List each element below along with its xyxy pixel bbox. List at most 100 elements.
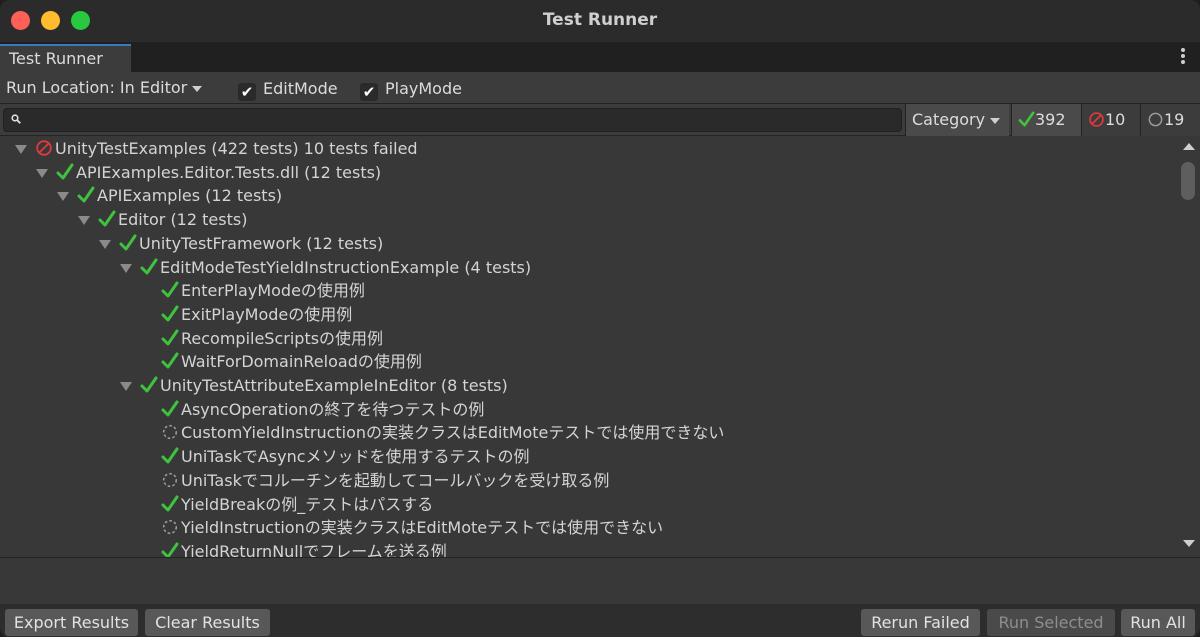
run-location-dropdown[interactable]: Run Location: In Editor — [6, 77, 203, 99]
pending-icon — [162, 520, 178, 535]
run-location-label: Run Location: In Editor — [6, 78, 188, 97]
tab-test-runner[interactable]: Test Runner — [0, 44, 131, 72]
pending-icon — [162, 425, 178, 440]
foldout-arrow-icon[interactable] — [120, 263, 132, 273]
editmode-toggle[interactable]: ✔ EditMode — [238, 78, 338, 101]
category-dropdown[interactable]: Category — [905, 104, 1009, 136]
check-icon — [161, 495, 179, 511]
check-icon — [161, 281, 179, 298]
rerun-failed-button[interactable]: Rerun Failed — [861, 609, 980, 636]
tree-row-label: EditModeTestYieldInstructionExample (4 t… — [160, 257, 532, 277]
check-icon — [161, 447, 179, 464]
tree-row-label: APIExamples.Editor.Tests.dll (12 tests) — [76, 162, 382, 182]
tree-row-label: UnityTestAttributeExampleInEditor (8 tes… — [160, 376, 508, 395]
foldout-arrow-icon[interactable] — [99, 239, 111, 249]
check-icon — [161, 329, 179, 346]
failed-icon — [1089, 112, 1104, 127]
scroll-up-icon[interactable] — [1183, 143, 1195, 150]
skipped-count: 19 — [1164, 110, 1185, 129]
check-icon — [119, 234, 137, 251]
not-run-icon — [1148, 112, 1163, 127]
tree-row-label: UnityTestExamples (422 tests) 10 tests f… — [55, 139, 418, 158]
run-all-button[interactable]: Run All — [1121, 609, 1195, 636]
test-runner-window: Test Runner Test Runner Run Location: In… — [0, 0, 1200, 637]
tree-row-label: UniTaskでコルーチンを起動してコールバックを受け取る例 — [181, 470, 610, 490]
chevron-down-icon — [192, 85, 203, 92]
check-icon — [98, 210, 116, 227]
search-icon — [11, 114, 21, 124]
window-title: Test Runner — [542, 10, 658, 30]
tree-row[interactable]: APIExamples (12 tests) — [57, 184, 282, 208]
tree-row[interactable]: AsyncOperationの終了を待つテストの例 — [161, 398, 484, 422]
foldout-arrow-icon[interactable] — [78, 216, 90, 226]
tree-scrollbar[interactable] — [1178, 137, 1200, 557]
tree-row-label: ExitPlayModeの使用例 — [181, 304, 353, 324]
failed-icon — [36, 140, 52, 156]
passed-filter-toggle[interactable]: 392 — [1011, 104, 1081, 136]
editmode-checkbox[interactable]: ✔ — [238, 83, 256, 101]
tree-row[interactable]: UniTaskでコルーチンを起動してコールバックを受け取る例 — [161, 469, 609, 493]
search-input[interactable] — [3, 108, 902, 132]
tree-row[interactable]: UnityTestFramework (12 tests) — [99, 232, 383, 256]
check-icon — [161, 352, 179, 369]
check-icon — [161, 305, 179, 322]
check-icon — [56, 163, 74, 180]
failed-count: 10 — [1105, 110, 1126, 129]
playmode-toggle[interactable]: ✔ PlayMode — [360, 78, 462, 101]
tree-row[interactable]: WaitForDomainReloadの使用例 — [161, 350, 422, 374]
tree-row[interactable]: RecompileScriptsの使用例 — [161, 327, 383, 351]
tree-row[interactable]: UnityTestExamples (422 tests) 10 tests f… — [15, 137, 418, 161]
run-selected-button[interactable]: Run Selected — [987, 609, 1115, 636]
test-details-pane — [0, 557, 1200, 604]
tree-row-label: CustomYieldInstructionの実装クラスはEditMoteテスト… — [181, 423, 725, 443]
scrollbar-thumb[interactable] — [1181, 162, 1195, 200]
tree-row-label: YieldBreakの例_テストはパスする — [181, 494, 434, 514]
tree-row[interactable]: YieldReturnNullでフレームを送る例 — [161, 540, 447, 557]
tree-row[interactable]: EditModeTestYieldInstructionExample (4 t… — [120, 256, 531, 280]
tree-row[interactable]: YieldBreakの例_テストはパスする — [161, 493, 433, 517]
foldout-arrow-icon[interactable] — [57, 192, 69, 202]
skipped-filter-toggle[interactable]: 19 — [1140, 104, 1200, 136]
test-tree[interactable]: UnityTestExamples (422 tests) 10 tests f… — [0, 137, 1178, 557]
passed-count: 392 — [1035, 110, 1066, 129]
tree-row[interactable]: APIExamples.Editor.Tests.dll (12 tests) — [36, 161, 381, 185]
tree-row-label: Editor (12 tests) — [118, 210, 248, 230]
title-bar: Test Runner — [0, 0, 1200, 42]
tree-row[interactable]: Editor (12 tests) — [78, 208, 247, 232]
foldout-arrow-icon[interactable] — [36, 168, 48, 178]
category-label: Category — [912, 110, 986, 129]
tree-row-label: UnityTestFramework (12 tests) — [139, 233, 384, 253]
tree-row-label: RecompileScriptsの使用例 — [181, 328, 384, 348]
tree-row-label: WaitForDomainReloadの使用例 — [181, 352, 422, 372]
tree-row-label: UniTaskでAsyncメソッドを使用するテストの例 — [181, 447, 530, 467]
tree-row-label: APIExamples (12 tests) — [97, 186, 283, 206]
failed-filter-toggle[interactable]: 10 — [1081, 104, 1140, 136]
tree-row-label: AsyncOperationの終了を待つテストの例 — [181, 399, 485, 419]
check-icon — [161, 400, 179, 417]
foldout-arrow-icon[interactable] — [120, 382, 132, 391]
check-icon — [1018, 111, 1035, 127]
tree-row[interactable]: CustomYieldInstructionの実装クラスはEditMoteテスト… — [161, 421, 724, 445]
tree-row[interactable]: EnterPlayModeの使用例 — [161, 279, 365, 303]
pending-icon — [162, 472, 178, 487]
filter-toolbar: Category 392 10 19 — [0, 104, 1200, 136]
tree-row[interactable]: ExitPlayModeの使用例 — [161, 303, 352, 327]
tree-row[interactable]: YieldInstructionの実装クラスはEditMoteテストでは使用でき… — [161, 516, 663, 540]
playmode-label: PlayMode — [385, 79, 462, 98]
tree-row[interactable]: UniTaskでAsyncメソッドを使用するテストの例 — [161, 445, 530, 469]
tree-row-label: YieldReturnNullでフレームを送る例 — [181, 541, 447, 557]
tab-strip: Test Runner — [0, 42, 1200, 72]
tree-row-label: YieldInstructionの実装クラスはEditMoteテストでは使用でき… — [181, 518, 664, 538]
editmode-label: EditMode — [263, 79, 338, 98]
clear-results-button[interactable]: Clear Results — [145, 609, 270, 636]
more-options-icon[interactable] — [1180, 48, 1186, 66]
playmode-checkbox[interactable]: ✔ — [360, 83, 378, 101]
check-icon — [77, 186, 95, 203]
scroll-down-icon[interactable] — [1183, 540, 1195, 547]
tree-row[interactable]: UnityTestAttributeExampleInEditor (8 tes… — [120, 374, 508, 398]
bottom-toolbar: Export Results Clear Results Rerun Faile… — [0, 604, 1200, 637]
check-icon — [140, 258, 158, 274]
tree-row-label: EnterPlayModeの使用例 — [181, 281, 365, 301]
foldout-arrow-icon[interactable] — [15, 145, 27, 154]
export-results-button[interactable]: Export Results — [5, 609, 138, 636]
